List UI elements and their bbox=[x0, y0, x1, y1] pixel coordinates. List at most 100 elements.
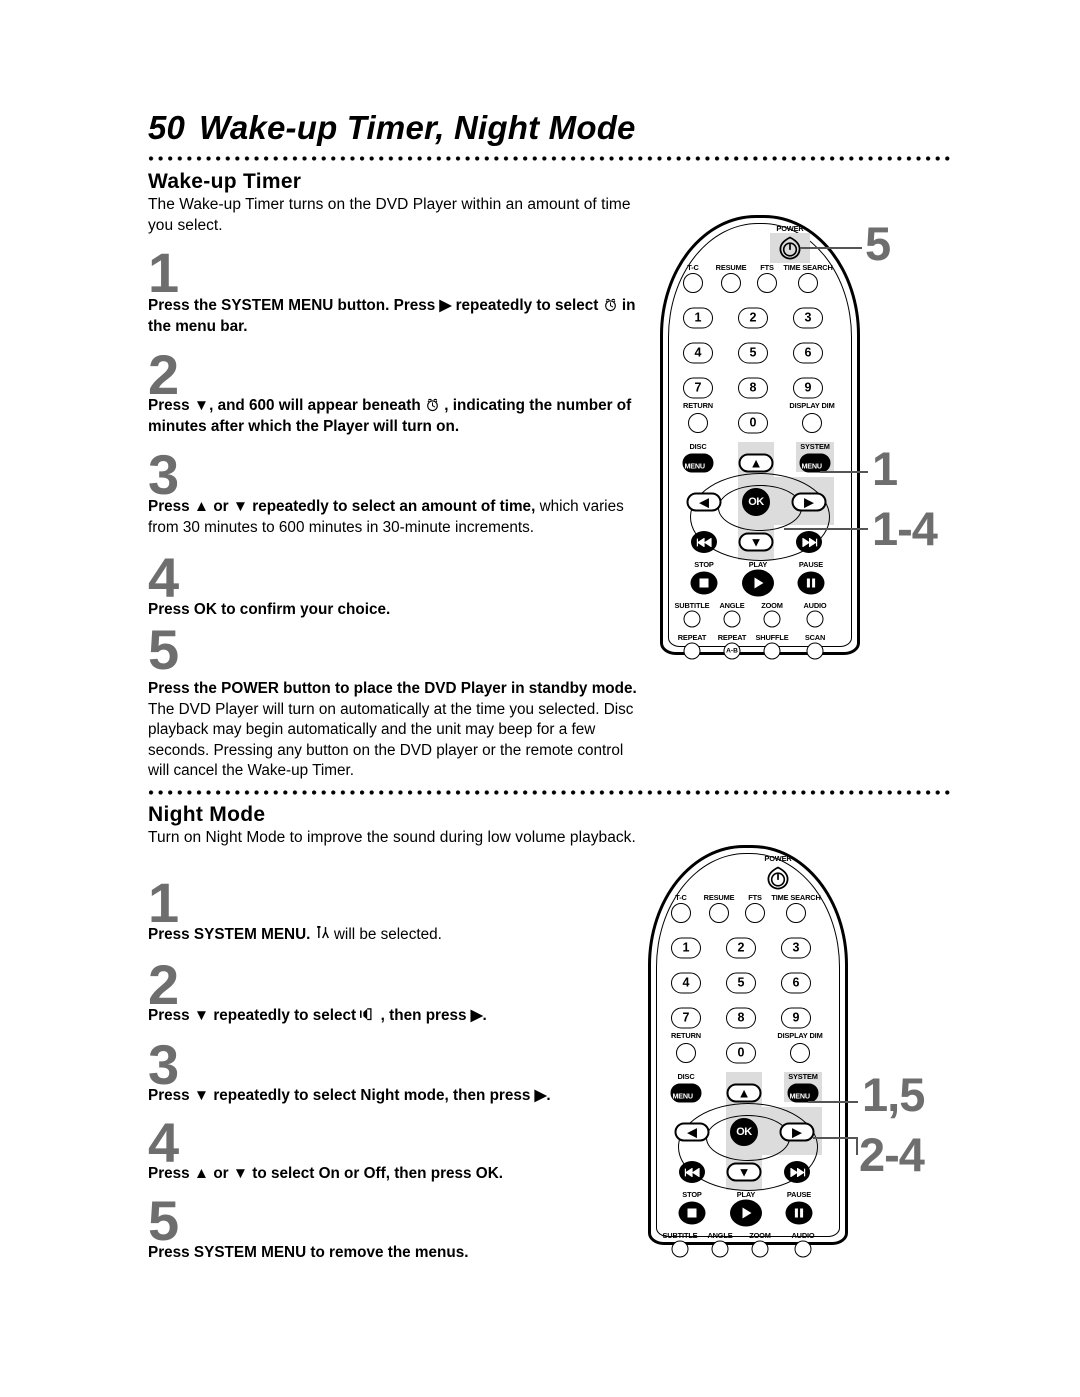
button-time-search[interactable] bbox=[786, 903, 806, 923]
button-label-disc-menu: DISC bbox=[689, 442, 707, 451]
button-up-arrow[interactable]: ▲ bbox=[738, 453, 774, 473]
button-8[interactable]: 8 bbox=[726, 1007, 756, 1029]
button-scan[interactable] bbox=[806, 642, 824, 660]
button-5[interactable]: 5 bbox=[738, 342, 768, 364]
right-arrow-icon: ▶ bbox=[804, 494, 814, 510]
button-fts[interactable] bbox=[757, 273, 777, 293]
up-arrow-icon: ▲ bbox=[737, 1085, 751, 1101]
button-time-search[interactable] bbox=[798, 273, 818, 293]
power-button[interactable] bbox=[765, 866, 791, 890]
button-repeat[interactable] bbox=[683, 642, 701, 660]
button-0[interactable]: 0 bbox=[726, 1042, 756, 1064]
button-angle[interactable] bbox=[711, 1240, 729, 1258]
button-return[interactable] bbox=[688, 413, 708, 433]
button-next[interactable] bbox=[796, 531, 822, 553]
button-1[interactable]: 1 bbox=[671, 937, 701, 959]
button-7[interactable]: 7 bbox=[683, 377, 713, 399]
alarm-clock-icon bbox=[603, 297, 618, 312]
button-2[interactable]: 2 bbox=[738, 307, 768, 329]
button-stop[interactable] bbox=[690, 571, 718, 595]
button-6[interactable]: 6 bbox=[781, 972, 811, 994]
button-shuffle[interactable] bbox=[763, 642, 781, 660]
button-3[interactable]: 3 bbox=[793, 307, 823, 329]
button-play[interactable] bbox=[742, 569, 774, 597]
button-ok[interactable]: OK bbox=[730, 1118, 758, 1146]
step-bold-w5: Press the POWER button to place the DVD … bbox=[148, 680, 637, 697]
button-stop[interactable] bbox=[678, 1201, 706, 1225]
step-number-w3: 3 bbox=[148, 443, 179, 506]
button-9[interactable]: 9 bbox=[793, 377, 823, 399]
step-number-n1: 1 bbox=[148, 871, 179, 934]
button-label-fts: FTS bbox=[760, 263, 774, 272]
button-repeat-ab[interactable]: A-B bbox=[723, 642, 741, 660]
button-label-angle: ANGLE bbox=[707, 1231, 733, 1240]
button-resume[interactable] bbox=[709, 903, 729, 923]
button-fts[interactable] bbox=[745, 903, 765, 923]
button-resume[interactable] bbox=[721, 273, 741, 293]
button-disc-menu[interactable]: MENU bbox=[682, 453, 714, 473]
button-5[interactable]: 5 bbox=[726, 972, 756, 994]
button-pause[interactable] bbox=[797, 571, 825, 595]
button-system-menu[interactable]: MENU bbox=[799, 453, 831, 473]
button-7[interactable]: 7 bbox=[671, 1007, 701, 1029]
button-up-arrow[interactable]: ▲ bbox=[726, 1083, 762, 1103]
button-previous[interactable] bbox=[679, 1161, 705, 1183]
step-body-n2: Press ▼ repeatedly to select , then pres… bbox=[148, 1006, 645, 1027]
button-audio[interactable] bbox=[806, 610, 824, 628]
button-pause[interactable] bbox=[785, 1201, 813, 1225]
step-body-w4: Press OK to confirm your choice. bbox=[148, 600, 645, 621]
step-bold-tail-n2: , then press ▶. bbox=[380, 1007, 487, 1024]
button-subtitle[interactable] bbox=[683, 610, 701, 628]
step-body-n4: Press ▲ or ▼ to select On or Off, then p… bbox=[148, 1164, 645, 1185]
callout-1: 1 bbox=[872, 442, 898, 495]
button-label-zoom: ZOOM bbox=[761, 601, 783, 610]
button-9[interactable]: 9 bbox=[781, 1007, 811, 1029]
button-label-repeat: REPEAT bbox=[677, 633, 707, 642]
button-4[interactable]: 4 bbox=[683, 342, 713, 364]
button-left-arrow[interactable]: ◀ bbox=[686, 492, 722, 512]
button-1[interactable]: 1 bbox=[683, 307, 713, 329]
button-tc[interactable] bbox=[671, 903, 691, 923]
page-title-text: Wake-up Timer, Night Mode bbox=[199, 109, 636, 146]
button-system-menu[interactable]: MENU bbox=[787, 1083, 819, 1103]
button-4[interactable]: 4 bbox=[671, 972, 701, 994]
button-8[interactable]: 8 bbox=[738, 377, 768, 399]
button-audio[interactable] bbox=[794, 1240, 812, 1258]
step-number-n5: 5 bbox=[148, 1189, 179, 1252]
button-previous[interactable] bbox=[691, 531, 717, 553]
leader-line-system-menu bbox=[808, 1101, 858, 1104]
button-zoom[interactable] bbox=[763, 610, 781, 628]
button-display-dim[interactable] bbox=[790, 1043, 810, 1063]
button-down-arrow[interactable]: ▼ bbox=[726, 1162, 762, 1182]
power-label: POWER bbox=[764, 854, 792, 863]
button-label-display-dim: DISPLAY DIM bbox=[777, 1031, 823, 1040]
leader-line-power bbox=[800, 247, 862, 250]
button-angle[interactable] bbox=[723, 610, 741, 628]
step-number-w4: 4 bbox=[148, 546, 179, 609]
callout-1-5: 1,5 bbox=[862, 1068, 925, 1121]
button-return[interactable] bbox=[676, 1043, 696, 1063]
button-zoom[interactable] bbox=[751, 1240, 769, 1258]
section-heading-wake-up-timer: Wake-up Timer bbox=[148, 170, 302, 193]
button-label-resume: RESUME bbox=[703, 893, 735, 902]
button-play[interactable] bbox=[730, 1199, 762, 1227]
button-left-arrow[interactable]: ◀ bbox=[674, 1122, 710, 1142]
button-next[interactable] bbox=[784, 1161, 810, 1183]
button-6[interactable]: 6 bbox=[793, 342, 823, 364]
button-tc[interactable] bbox=[683, 273, 703, 293]
page-number: 50 bbox=[148, 109, 186, 146]
button-right-arrow[interactable]: ▶ bbox=[791, 492, 827, 512]
step-body-w3: Press ▲ or ▼ repeatedly to select an amo… bbox=[148, 497, 645, 538]
button-label-tc: T-C bbox=[675, 893, 687, 902]
button-2[interactable]: 2 bbox=[726, 937, 756, 959]
button-subtitle[interactable] bbox=[671, 1240, 689, 1258]
left-arrow-icon: ◀ bbox=[699, 494, 709, 510]
button-down-arrow[interactable]: ▼ bbox=[738, 532, 774, 552]
button-ok[interactable]: OK bbox=[742, 488, 770, 516]
step-body-n5: Press SYSTEM MENU to remove the menus. bbox=[148, 1243, 645, 1264]
button-display-dim[interactable] bbox=[802, 413, 822, 433]
button-right-arrow[interactable]: ▶ bbox=[779, 1122, 815, 1142]
button-0[interactable]: 0 bbox=[738, 412, 768, 434]
button-3[interactable]: 3 bbox=[781, 937, 811, 959]
button-disc-menu[interactable]: MENU bbox=[670, 1083, 702, 1103]
